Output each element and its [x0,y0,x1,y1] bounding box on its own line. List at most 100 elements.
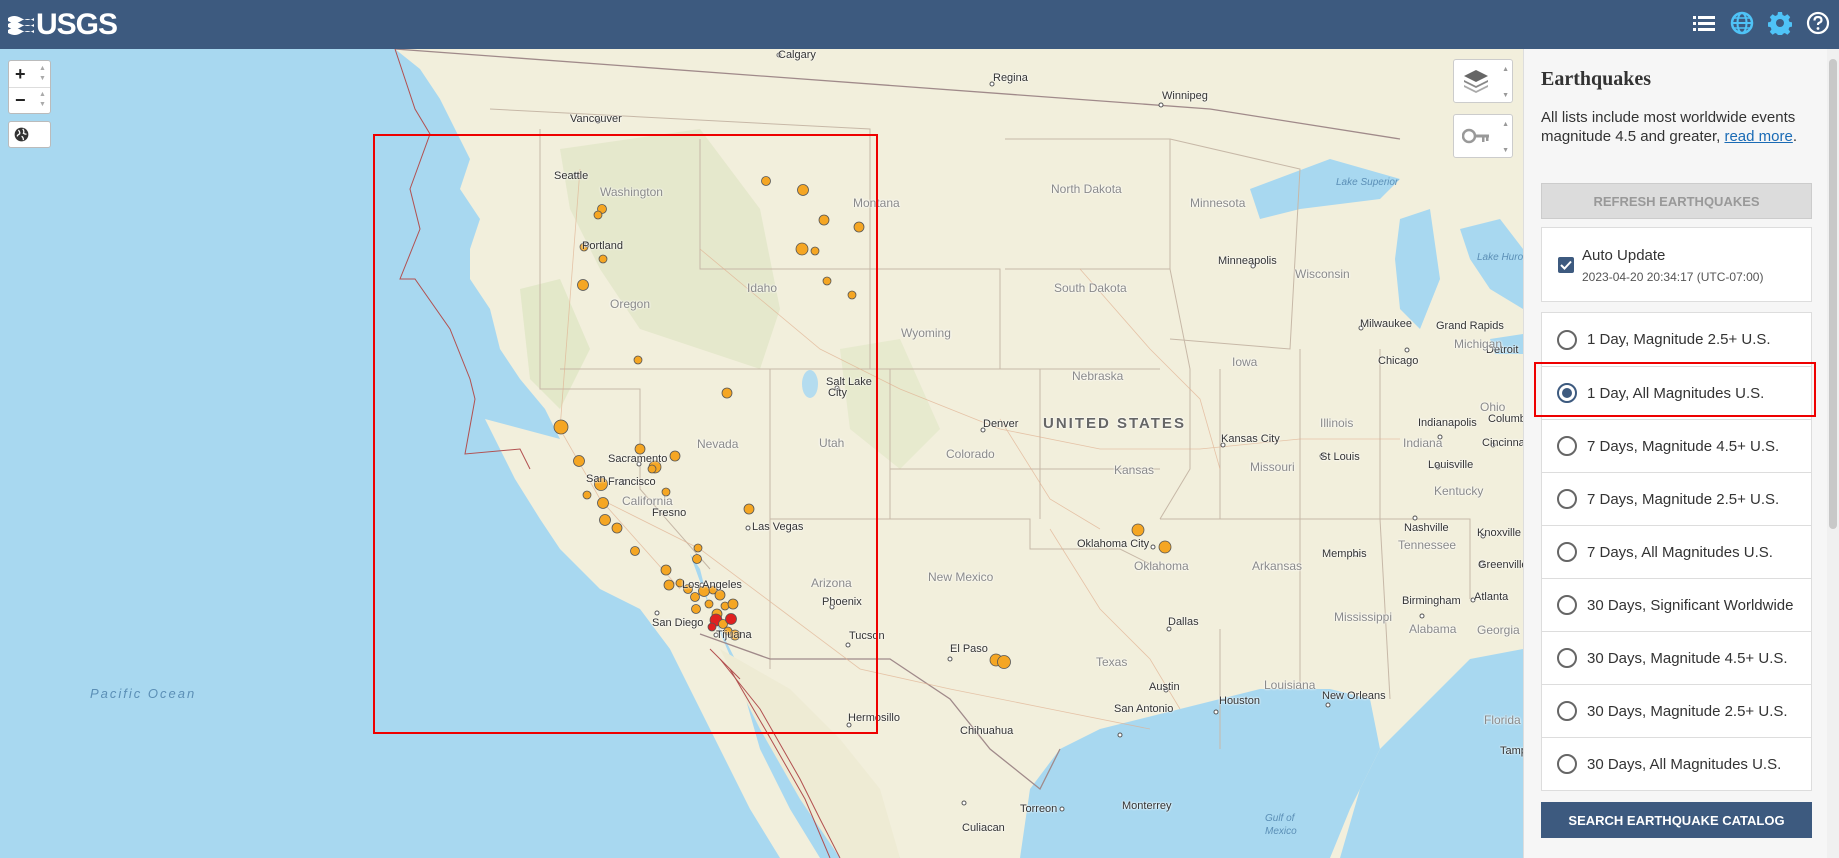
scroll-down-icon: ▼ [1502,147,1509,154]
city-label: Chicago [1378,355,1419,367]
header-bar: USGS [0,0,1839,49]
zoom-in-button[interactable]: + ▲ ▼ [9,61,50,87]
city-label: Phoenix [822,596,862,608]
radio-icon[interactable] [1557,754,1577,774]
state-label: Iowa [1232,355,1258,369]
usgs-wave-icon [8,16,34,35]
state-label: Michigan [1454,337,1503,351]
usgs-logo[interactable]: USGS [8,8,118,42]
city-label: Birmingham [1402,595,1461,607]
feed-list: 1 Day, Magnitude 2.5+ U.S. 1 Day, All Mag… [1541,312,1812,791]
search-catalog-button[interactable]: SEARCH EARTHQUAKE CATALOG [1541,802,1812,838]
feed-option[interactable]: 7 Days, All Magnitudes U.S. [1542,525,1811,578]
key-icon [1462,128,1489,144]
state-label: Utah [819,436,845,450]
state-label: Nebraska [1072,369,1124,383]
radio-icon[interactable] [1557,329,1577,350]
state-label: Missouri [1250,460,1295,474]
state-label: Illinois [1320,416,1354,430]
feed-option[interactable]: 7 Days, Magnitude 2.5+ U.S. [1542,472,1811,525]
city-label: Francisco [608,476,656,488]
state-label: Kansas [1114,463,1155,477]
radio-icon[interactable] [1557,542,1577,562]
list-icon[interactable] [1691,10,1717,36]
city-label: Calgary [778,49,816,61]
feed-option[interactable]: 7 Days, Magnitude 4.5+ U.S. [1542,419,1811,472]
zoom-in-label: + [15,63,26,84]
globe-view-button[interactable] [8,121,51,148]
city-label: Torreon [1020,803,1058,815]
state-label: Oregon [610,297,651,311]
legend-key-button[interactable]: ▲ ▼ [1453,114,1513,158]
feed-option[interactable]: 30 Days, Significant Worldwide [1542,578,1811,631]
auto-update-time: 2023-04-20 20:34:17 (UTC-07:00) [1582,270,1764,284]
lake-label: Lake Superior [1336,177,1399,188]
state-label: Tennessee [1398,538,1457,552]
state-label: Texas [1096,655,1128,669]
help-icon[interactable] [1805,10,1831,36]
scrollbar-thumb[interactable] [1829,59,1837,529]
city-label: Milwaukee [1360,318,1412,330]
city-label: San Antonio [1114,703,1174,715]
state-label: Florida [1484,713,1521,727]
description-end: . [1792,128,1798,145]
feed-option[interactable]: 1 Day, Magnitude 2.5+ U.S. [1542,313,1811,366]
layers-button[interactable]: ▲ ▼ [1453,59,1513,103]
city-label: Dallas [1168,616,1199,628]
state-label: Wyoming [901,326,951,340]
city-label: Greenville [1478,559,1523,571]
auto-update-checkbox[interactable] [1558,257,1574,273]
state-label: Montana [853,196,900,210]
earthquake-sidebar: Earthquakes All lists include most world… [1523,49,1839,858]
city-label: Portland [582,240,623,252]
city-label: Atlanta [1474,591,1509,603]
read-more-link[interactable]: read more [1724,128,1792,145]
globe-icon[interactable] [1729,10,1755,36]
city-label: Chihuahua [960,725,1014,737]
city-label: Louisville [1428,459,1474,471]
map-canvas[interactable]: Calgary Regina Winnipeg Vancouver Seattl… [0,49,1523,858]
radio-selected-icon[interactable] [1557,383,1577,403]
feed-option-label: 1 Day, All Magnitudes U.S. [1587,384,1765,402]
feed-option[interactable]: 1 Day, All Magnitudes U.S. [1542,366,1811,419]
state-label: Louisiana [1264,678,1316,692]
radio-icon[interactable] [1557,595,1577,615]
city-label: Kansas City [1221,433,1280,445]
state-label: Arizona [811,576,852,590]
state-label: Indiana [1403,436,1443,450]
feed-option-label: 7 Days, All Magnitudes U.S. [1587,543,1773,561]
radio-icon[interactable] [1557,436,1577,456]
sidebar-title: Earthquakes [1541,68,1652,90]
scroll-down-icon: ▼ [1502,92,1509,99]
gulf-label: Mexico [1265,826,1297,837]
state-label: California [622,494,673,508]
basemap [394,49,1523,858]
city-label: Monterrey [1122,800,1172,812]
city-label: Knoxville [1477,527,1522,539]
state-label: Idaho [747,281,778,295]
city-label: Memphis [1322,548,1367,560]
sidebar-scrollbar[interactable] [1827,49,1839,858]
feed-option-label: 7 Days, Magnitude 2.5+ U.S. [1587,490,1780,508]
scroll-up-icon: ▲ [1502,121,1509,128]
city-label: Fresno [652,507,687,519]
refresh-earthquakes-button[interactable]: REFRESH EARTHQUAKES [1541,183,1812,219]
state-label: Kentucky [1434,484,1484,498]
city-label: Grand Rapids [1436,320,1504,332]
lake-label: Lake Huron [1477,252,1523,263]
radio-icon[interactable] [1557,701,1577,721]
city-label: Cincinnati [1482,437,1523,449]
radio-icon[interactable] [1557,648,1577,668]
radio-icon[interactable] [1557,489,1577,509]
gear-icon[interactable] [1767,10,1793,36]
checkmark-icon [1560,260,1572,270]
feed-option[interactable]: 30 Days, Magnitude 4.5+ U.S. [1542,631,1811,684]
feed-option-label: 30 Days, Significant Worldwide [1587,596,1794,614]
feed-option[interactable]: 30 Days, All Magnitudes U.S. [1542,737,1811,790]
scroll-down-icon: ▼ [39,101,46,108]
zoom-out-button[interactable]: − ▲ ▼ [9,87,50,113]
city-label: Columb [1488,413,1523,425]
city-label: San [586,473,606,485]
layers-icon [1464,70,1488,93]
feed-option[interactable]: 30 Days, Magnitude 2.5+ U.S. [1542,684,1811,737]
